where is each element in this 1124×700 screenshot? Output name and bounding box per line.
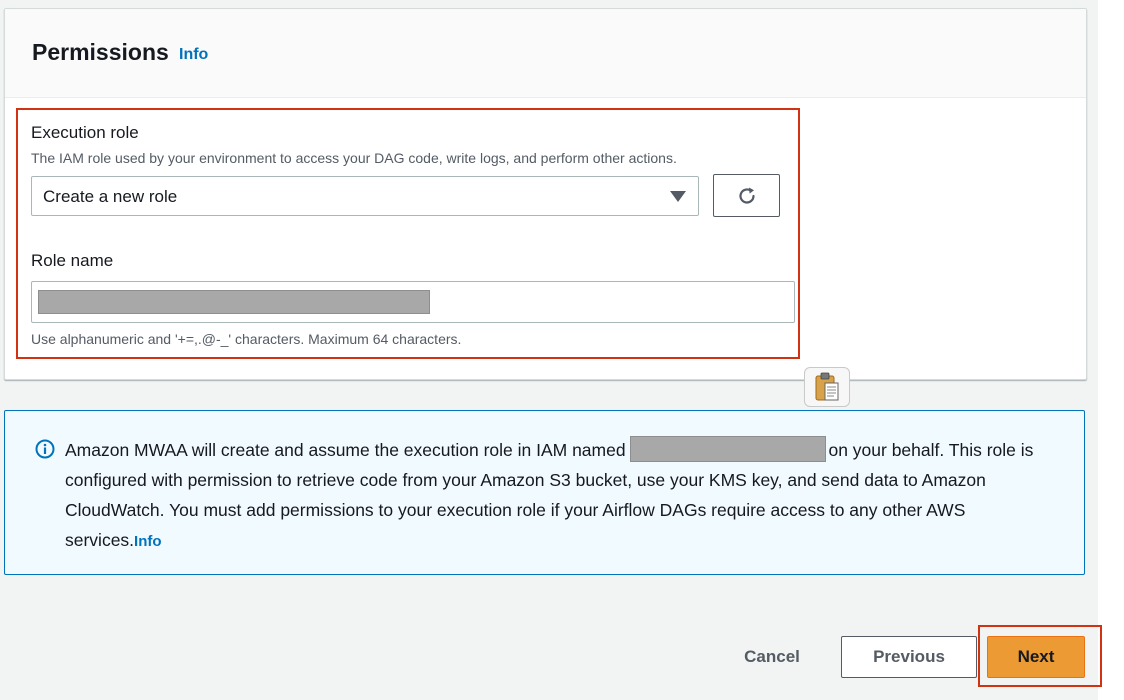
alert-text-before: Amazon MWAA will create and assume the e… [65, 440, 626, 460]
execution-role-label: Execution role [31, 123, 139, 142]
previous-button[interactable]: Previous [841, 636, 977, 678]
execution-role-select[interactable]: Create a new role [31, 176, 699, 216]
refresh-icon [738, 187, 755, 204]
alert-info-link[interactable]: Info [134, 533, 162, 550]
execution-role-selected-value: Create a new role [43, 187, 178, 206]
clipboard-icon[interactable] [804, 367, 850, 407]
execution-role-description: The IAM role used by your environment to… [31, 150, 677, 166]
panel-header: Permissions Info [5, 9, 1086, 98]
info-circle-icon [35, 439, 55, 459]
alert-message: Amazon MWAA will create and assume the e… [65, 435, 1065, 557]
redacted-role-name [38, 290, 430, 314]
info-alert: Amazon MWAA will create and assume the e… [4, 410, 1085, 575]
role-name-label: Role name [31, 251, 114, 270]
caret-down-icon [670, 191, 686, 202]
role-name-input[interactable] [31, 281, 795, 323]
panel-title: Permissions [32, 39, 169, 65]
cancel-button[interactable]: Cancel [728, 642, 816, 672]
refresh-roles-button[interactable] [713, 174, 780, 217]
header-info-link[interactable]: Info [179, 46, 208, 64]
clipboard-glyph [815, 372, 839, 401]
redacted-role-name-inline [630, 436, 827, 462]
role-name-constraint: Use alphanumeric and '+=,.@-_' character… [31, 331, 462, 347]
next-button[interactable]: Next [987, 636, 1085, 678]
